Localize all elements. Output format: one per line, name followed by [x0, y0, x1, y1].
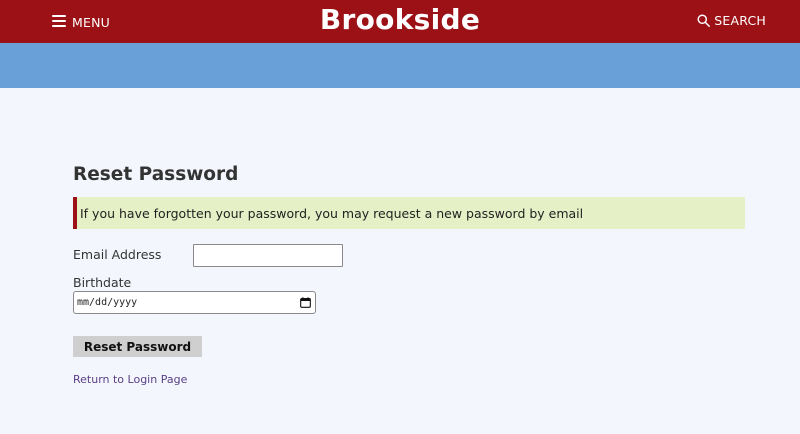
search-icon — [697, 13, 711, 27]
info-notice: If you have forgotten your password, you… — [73, 197, 745, 229]
hero-band — [0, 43, 800, 88]
birthdate-label: Birthdate — [73, 275, 132, 290]
notice-text: If you have forgotten your password, you… — [80, 205, 584, 221]
email-field[interactable] — [193, 244, 343, 267]
calendar-icon[interactable] — [300, 297, 311, 308]
site-brand: Brookside — [0, 3, 800, 36]
birthdate-field[interactable]: mm/dd/yyyy — [73, 291, 316, 314]
page-title: Reset Password — [73, 164, 239, 185]
top-navigation-bar: MENU Brookside SEARCH — [0, 0, 800, 43]
email-label: Email Address — [73, 247, 162, 262]
brand-link[interactable]: Brookside — [320, 3, 480, 36]
birthdate-placeholder: mm/dd/yyyy — [77, 297, 138, 308]
search-label: SEARCH — [714, 12, 766, 28]
search-button[interactable]: SEARCH — [697, 11, 766, 29]
return-to-login-link[interactable]: Return to Login Page — [73, 373, 187, 386]
reset-password-button[interactable]: Reset Password — [73, 336, 202, 357]
